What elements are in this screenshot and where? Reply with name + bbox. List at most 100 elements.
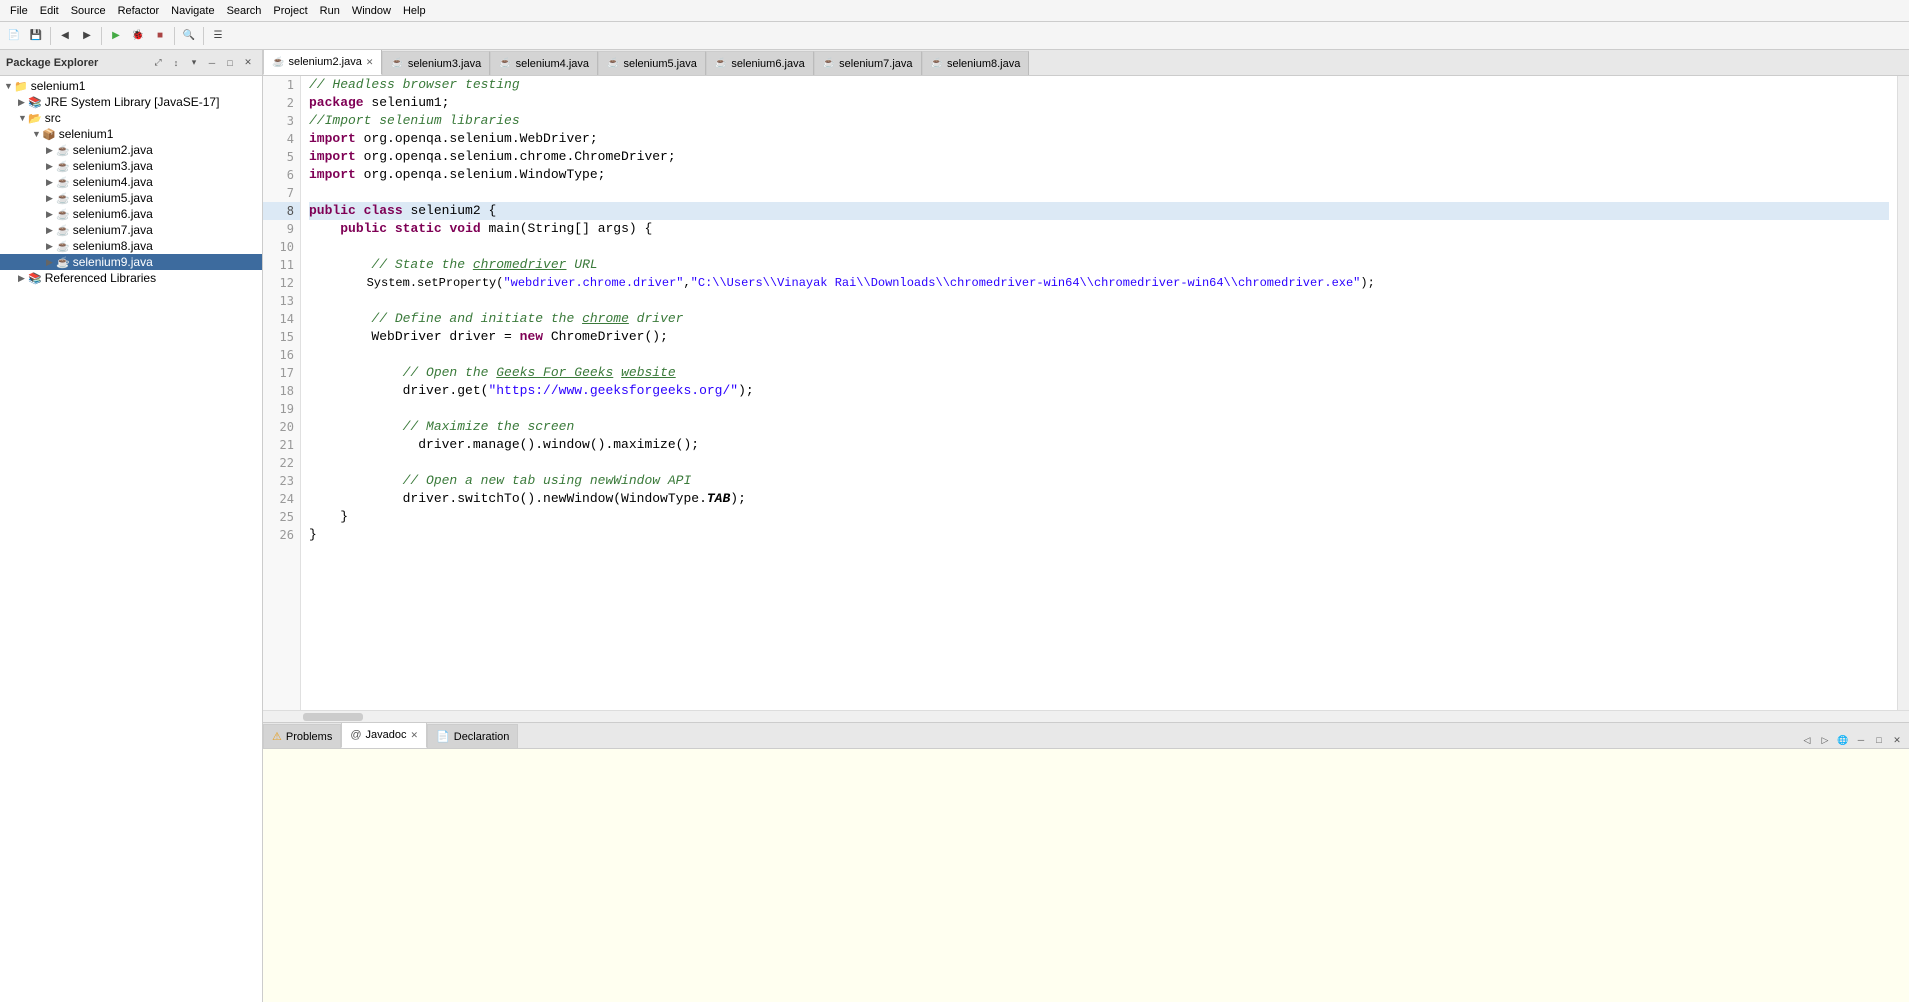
label-src: src	[45, 111, 61, 125]
sidebar-maximize[interactable]: □	[222, 55, 238, 71]
ln-13: 13	[263, 292, 300, 310]
code-line-5: import org.openqa.selenium.chrome.Chrome…	[309, 148, 1889, 166]
tab-selenium5[interactable]: ☕ selenium5.java	[598, 51, 706, 75]
menu-source[interactable]: Source	[65, 3, 112, 19]
toolbar-stop[interactable]: ■	[150, 26, 170, 46]
tab-selenium8[interactable]: ☕ selenium8.java	[922, 51, 1030, 75]
arrow-reflibs: ▶	[18, 273, 28, 284]
menu-file[interactable]: File	[4, 3, 34, 19]
bottom-open-browser[interactable]: 🌐	[1835, 732, 1851, 748]
ln-4: 4	[263, 130, 300, 148]
code-kw-8c: class	[364, 202, 403, 220]
tree-item-sel7[interactable]: ▶ ☕ selenium7.java	[0, 222, 262, 238]
code-t-12: System.setProperty("webdriver.chrome.dri…	[309, 274, 1375, 292]
menu-refactor[interactable]: Refactor	[112, 3, 166, 19]
toolbar-perspective[interactable]: ☰	[208, 26, 228, 46]
tab-label-sel6: selenium6.java	[731, 58, 804, 70]
bottom-tabs: ⚠ Problems @ Javadoc ✕ 📄 Declaration ◁	[263, 723, 1909, 749]
hscroll-thumb[interactable]	[303, 713, 363, 721]
menu-navigate[interactable]: Navigate	[165, 3, 220, 19]
ln-9: 9	[263, 220, 300, 238]
ln-14: 14	[263, 310, 300, 328]
tab-label-sel5: selenium5.java	[623, 58, 696, 70]
menu-window[interactable]: Window	[346, 3, 397, 19]
toolbar-forward[interactable]: ▶	[77, 26, 97, 46]
tree-item-pkg[interactable]: ▼ 📦 selenium1	[0, 126, 262, 142]
label-sel2: selenium2.java	[73, 143, 153, 157]
tree-item-sel8[interactable]: ▶ ☕ selenium8.java	[0, 238, 262, 254]
declaration-label: Declaration	[454, 731, 510, 743]
code-t-9g: main(String[] args) {	[481, 220, 653, 238]
menu-help[interactable]: Help	[397, 3, 432, 19]
tab-selenium7[interactable]: ☕ selenium7.java	[814, 51, 922, 75]
toolbar-back[interactable]: ◀	[55, 26, 75, 46]
editor-tabs: ☕ selenium2.java ✕ ☕ selenium3.java ☕ se…	[263, 50, 1909, 76]
tab-selenium3[interactable]: ☕ selenium3.java	[382, 51, 490, 75]
toolbar-sep3	[174, 27, 175, 45]
bottom-nav-forward[interactable]: ▷	[1817, 732, 1833, 748]
sidebar-tree: ▼ 📁 selenium1 ▶ 📚 JRE System Library [Ja…	[0, 76, 262, 1002]
bottom-minimize[interactable]: ─	[1853, 732, 1869, 748]
tab-selenium2[interactable]: ☕ selenium2.java ✕	[263, 50, 382, 75]
code-line-6: import org.openqa.selenium.WindowType;	[309, 166, 1889, 184]
javadoc-icon: @	[350, 729, 361, 741]
tab-close-sel2[interactable]: ✕	[366, 57, 374, 68]
toolbar-save[interactable]: 💾	[26, 26, 46, 46]
tree-item-sel9[interactable]: ▶ ☕ selenium9.java	[0, 254, 262, 270]
toolbar-search[interactable]: 🔍	[179, 26, 199, 46]
sidebar-collapse[interactable]: ⤢	[150, 55, 166, 71]
java-icon-sel7: ☕	[56, 224, 70, 237]
tab-selenium6[interactable]: ☕ selenium6.java	[706, 51, 814, 75]
tree-item-sel6[interactable]: ▶ ☕ selenium6.java	[0, 206, 262, 222]
sidebar-close[interactable]: ✕	[240, 55, 256, 71]
arrow-sel5: ▶	[46, 193, 56, 204]
tab-icon-sel6: ☕	[715, 58, 727, 69]
reflibs-icon: 📚	[28, 272, 42, 285]
tree-item-sel2[interactable]: ▶ ☕ selenium2.java	[0, 142, 262, 158]
tree-item-selenium1[interactable]: ▼ 📁 selenium1	[0, 78, 262, 94]
editor-scrollbar[interactable]	[1897, 76, 1909, 710]
ln-12: 12	[263, 274, 300, 292]
bottom-maximize[interactable]: □	[1871, 732, 1887, 748]
bottom-tab-controls: ◁ ▷ 🌐 ─ □ ✕	[1799, 732, 1909, 748]
code-t-5: org.openqa.selenium.chrome.ChromeDriver;	[356, 148, 676, 166]
bottom-close[interactable]: ✕	[1889, 732, 1905, 748]
sidebar-menu[interactable]: ▾	[186, 55, 202, 71]
bottom-tab-problems[interactable]: ⚠ Problems	[263, 724, 341, 748]
bottom-nav-back[interactable]: ◁	[1799, 732, 1815, 748]
ln-25: 25	[263, 508, 300, 526]
tree-item-reflibs[interactable]: ▶ 📚 Referenced Libraries	[0, 270, 262, 286]
menu-search[interactable]: Search	[221, 3, 268, 19]
label-sel6: selenium6.java	[73, 207, 153, 221]
code-t-9c	[387, 220, 395, 238]
javadoc-close[interactable]: ✕	[411, 730, 419, 741]
tree-item-sel3[interactable]: ▶ ☕ selenium3.java	[0, 158, 262, 174]
tab-selenium4[interactable]: ☕ selenium4.java	[490, 51, 598, 75]
code-t-6: org.openqa.selenium.WindowType;	[356, 166, 606, 184]
code-content[interactable]: // Headless browser testing package sele…	[301, 76, 1897, 710]
toolbar-run[interactable]: ▶	[106, 26, 126, 46]
bottom-tab-declaration[interactable]: 📄 Declaration	[427, 724, 518, 748]
tree-item-sel5[interactable]: ▶ ☕ selenium5.java	[0, 190, 262, 206]
tree-item-jre[interactable]: ▶ 📚 JRE System Library [JavaSE-17]	[0, 94, 262, 110]
code-line-2: package selenium1;	[309, 94, 1889, 112]
menu-project[interactable]: Project	[267, 3, 313, 19]
ln-2: 2	[263, 94, 300, 112]
toolbar-sep4	[203, 27, 204, 45]
code-t-11a	[309, 256, 371, 274]
code-t-9e	[442, 220, 450, 238]
tree-item-sel4[interactable]: ▶ ☕ selenium4.java	[0, 174, 262, 190]
code-editor[interactable]: 1 2 3 4 5 6 7 8 9 10 11 12 13 14 15 16 1	[263, 76, 1909, 710]
bottom-tab-javadoc[interactable]: @ Javadoc ✕	[341, 722, 427, 748]
ln-26: 26	[263, 526, 300, 544]
code-span-1: // Headless browser testing	[309, 76, 520, 94]
menu-edit[interactable]: Edit	[34, 3, 65, 19]
toolbar-debug[interactable]: 🐞	[128, 26, 148, 46]
code-t-24: driver.switchTo().newWindow(WindowType.T…	[309, 490, 746, 508]
tree-item-src[interactable]: ▼ 📂 src	[0, 110, 262, 126]
sidebar-sync[interactable]: ↕	[168, 55, 184, 71]
menu-run[interactable]: Run	[314, 3, 346, 19]
toolbar-new[interactable]: 📄	[4, 26, 24, 46]
editor-hscrollbar[interactable]	[263, 710, 1909, 722]
sidebar-minimize[interactable]: ─	[204, 55, 220, 71]
